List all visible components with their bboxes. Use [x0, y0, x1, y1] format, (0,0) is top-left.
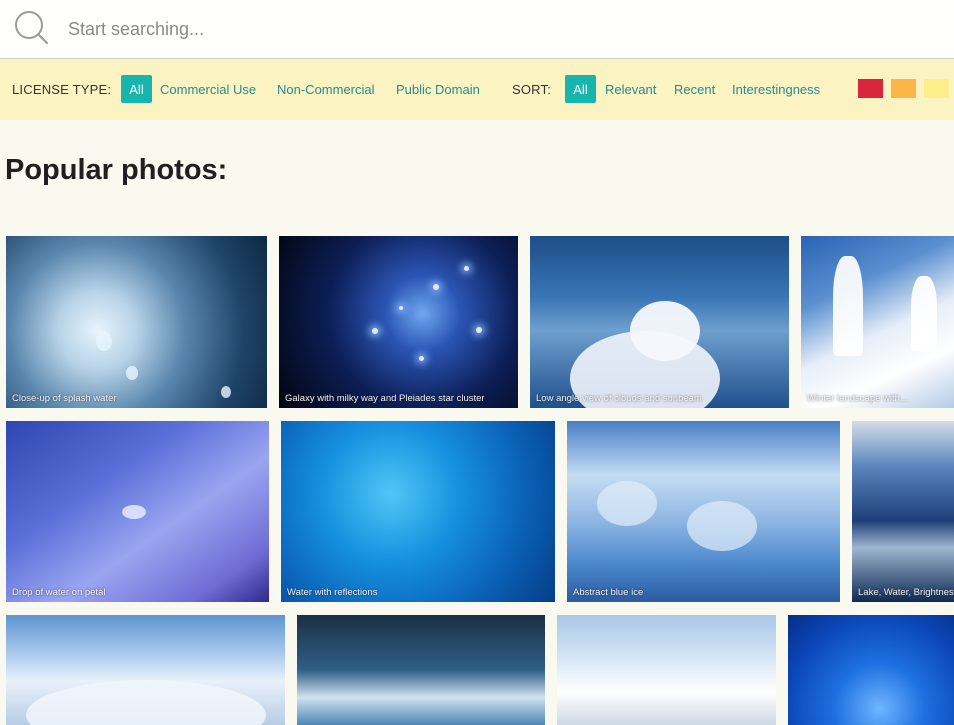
photo-caption: Galaxy with milky way and Pleiades star …: [285, 393, 485, 404]
page-title: Popular photos:: [5, 154, 228, 186]
photo-tile[interactable]: [6, 615, 285, 725]
photo-tile[interactable]: Close-up of splash water: [6, 236, 267, 408]
photo-caption: Close-up of splash water: [12, 393, 117, 404]
photo-caption: Low angle view of clouds and sunbeam: [536, 393, 702, 404]
photo-tile[interactable]: Lake, Water, Brightness: [852, 421, 954, 602]
filter-bar: LICENSE TYPE: All Commercial Use Non-Com…: [0, 59, 954, 120]
search-bar: [0, 0, 954, 59]
sort-option-all[interactable]: All: [565, 75, 596, 103]
license-option-public-domain[interactable]: Public Domain: [396, 82, 480, 97]
photo-caption: Drop of water on petal: [12, 587, 106, 598]
sort-option-relevant[interactable]: Relevant: [605, 82, 656, 97]
sort-option-interestingness[interactable]: Interestingness: [732, 82, 820, 97]
sort-option-recent[interactable]: Recent: [674, 82, 715, 97]
license-option-commercial-use[interactable]: Commercial Use: [160, 82, 256, 97]
photo-tile[interactable]: Abstract blue ice: [567, 421, 840, 602]
search-input[interactable]: [66, 14, 930, 44]
photo-tile[interactable]: [788, 615, 954, 725]
license-option-non-commercial[interactable]: Non-Commercial: [277, 82, 375, 97]
color-swatch-red[interactable]: [858, 79, 883, 98]
license-type-label: LICENSE TYPE:: [12, 82, 112, 97]
photo-caption: Water with reflections: [287, 587, 378, 598]
color-swatch-yellow[interactable]: [924, 79, 949, 98]
photo-tile[interactable]: [557, 615, 776, 725]
license-option-all[interactable]: All: [121, 75, 152, 103]
photo-tile[interactable]: Low angle view of clouds and sunbeam: [530, 236, 789, 408]
color-swatch-orange[interactable]: [891, 79, 916, 98]
photo-caption: Lake, Water, Brightness: [858, 587, 954, 598]
photo-caption: Abstract blue ice: [573, 587, 644, 598]
photo-caption: Winter landscape with...: [807, 393, 908, 404]
search-icon[interactable]: [14, 10, 50, 46]
sort-label: SORT:: [512, 82, 552, 97]
photo-tile[interactable]: Drop of water on petal: [6, 421, 269, 602]
photo-tile[interactable]: Water with reflections: [281, 421, 555, 602]
photo-tile[interactable]: Galaxy with milky way and Pleiades star …: [279, 236, 518, 408]
photo-tile[interactable]: [297, 615, 545, 725]
photo-tile[interactable]: Winter landscape with...: [801, 236, 954, 408]
